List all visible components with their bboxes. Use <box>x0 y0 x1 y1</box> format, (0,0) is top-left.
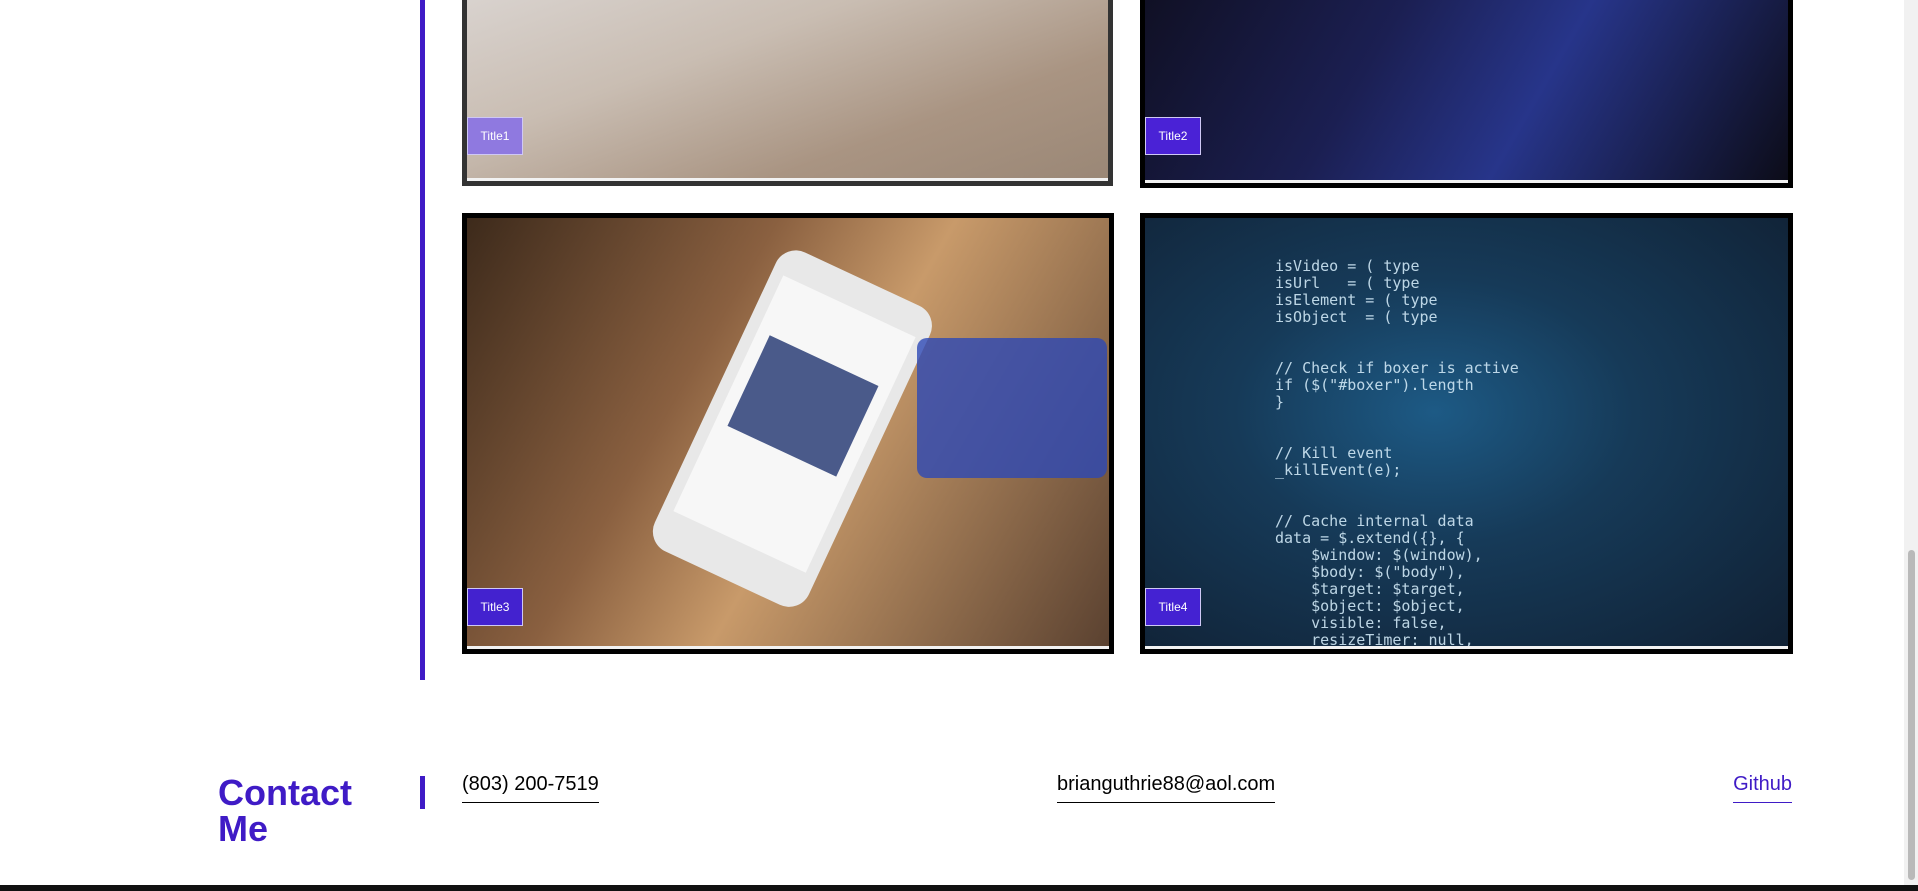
card-title: Title1 <box>467 117 523 155</box>
contact-divider <box>420 776 425 809</box>
code-screen-photo: isVideo = ( type isUrl = ( type isElemen… <box>1145 218 1788 649</box>
contact-heading: Contact Me <box>218 772 352 849</box>
card-title: Title4 <box>1145 588 1201 626</box>
scrollbar-thumb[interactable] <box>1908 550 1915 880</box>
gallery-card-2[interactable]: Title2 <box>1140 0 1793 188</box>
gallery-card-3[interactable]: Title3 <box>462 213 1114 654</box>
phone-illustration <box>652 250 1107 607</box>
card-title: Title2 <box>1145 117 1201 155</box>
code-decoration: isVideo = ( type isUrl = ( type isElemen… <box>1275 257 1519 650</box>
phone-number[interactable]: (803) 200-7519 <box>462 773 599 803</box>
scrollbar[interactable] <box>1904 0 1918 891</box>
card-underline <box>467 178 1108 181</box>
card-underline <box>1145 646 1788 649</box>
window-bottom-edge <box>0 885 1918 891</box>
card-title: Title3 <box>467 588 523 626</box>
gallery-card-1[interactable]: Title1 <box>462 0 1113 186</box>
email-address[interactable]: brianguthrie88@aol.com <box>1057 773 1276 803</box>
card-underline <box>467 646 1109 649</box>
card-underline <box>1145 180 1788 183</box>
code-laptop-photo <box>1145 0 1788 183</box>
github-link[interactable]: Github <box>1733 773 1792 803</box>
laptop-photo <box>467 0 1108 181</box>
gallery-card-4[interactable]: isVideo = ( type isUrl = ( type isElemen… <box>1140 213 1793 654</box>
phone-shopping-photo <box>467 218 1109 649</box>
section-divider <box>420 0 425 680</box>
